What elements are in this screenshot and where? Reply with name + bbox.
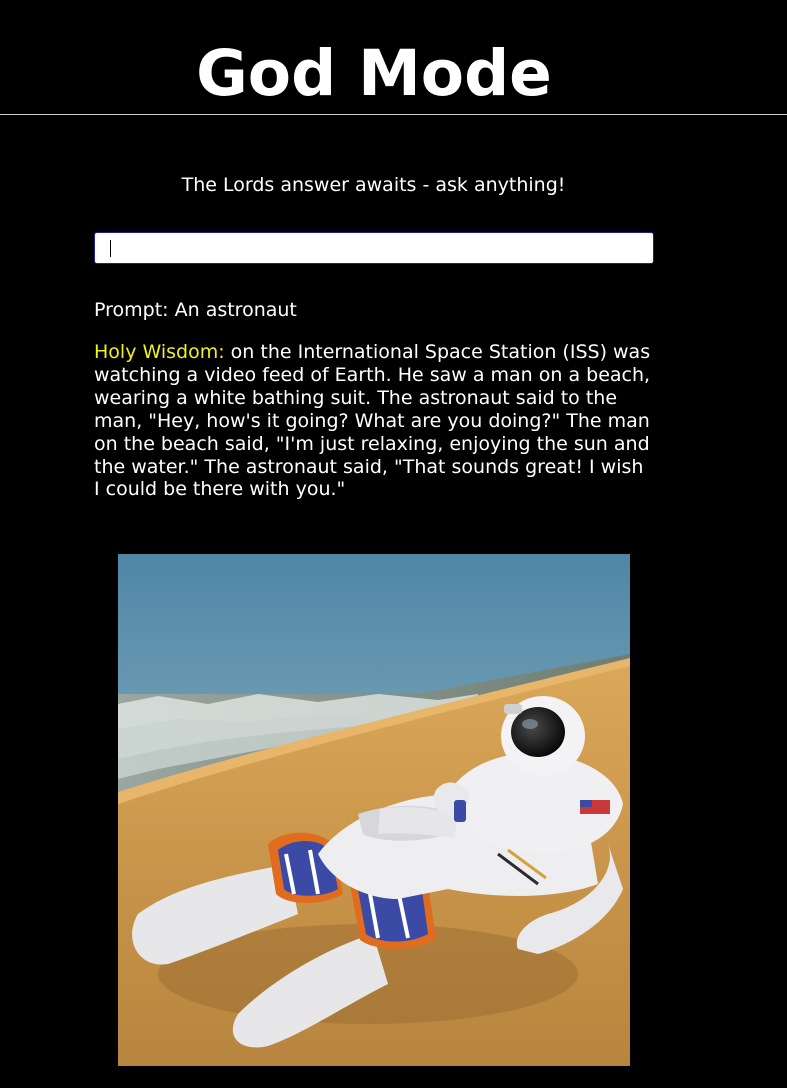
answer-block: Holy Wisdom: on the International Space …	[94, 341, 654, 501]
text-caret	[110, 240, 111, 257]
astronaut-beach-image	[118, 554, 630, 1066]
question-input-wrapper	[94, 232, 654, 264]
answer-label: Holy Wisdom:	[94, 341, 225, 363]
prompt-label: Prompt:	[94, 299, 169, 321]
question-input[interactable]	[94, 232, 654, 264]
prompt-line: Prompt: An astronaut	[94, 298, 654, 322]
answer-text: on the International Space Station (ISS)…	[94, 341, 651, 501]
prompt-text: An astronaut	[174, 299, 297, 321]
generated-image	[118, 554, 630, 1066]
page-title: God Mode	[196, 37, 552, 110]
page-header: God Mode	[0, 0, 787, 115]
page-subtitle: The Lords answer awaits - ask anything!	[181, 174, 566, 196]
